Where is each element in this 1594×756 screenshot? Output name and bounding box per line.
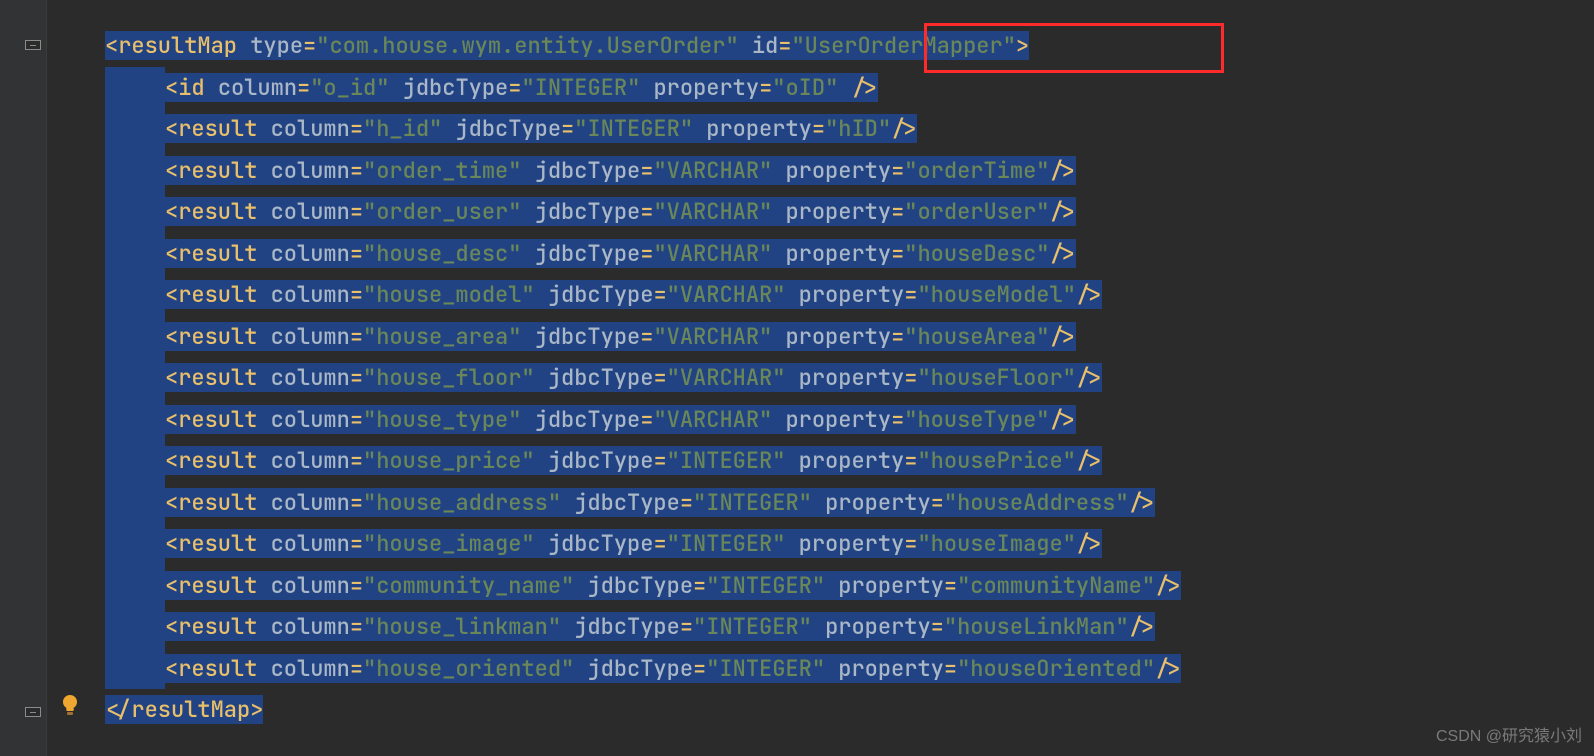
code-line: <result column="h_id" jdbcType="INTEGER"… <box>47 108 1594 150</box>
code-line: <result column="house_model" jdbcType="V… <box>47 274 1594 316</box>
intention-bulb-icon[interactable] <box>58 693 82 717</box>
code-line: <id column="o_id" jdbcType="INTEGER" pro… <box>47 67 1594 109</box>
code-line: <result column="order_user" jdbcType="VA… <box>47 191 1594 233</box>
watermark-text: CSDN @研究猿小刘 <box>1436 722 1582 746</box>
code-line: </resultMap> <box>47 689 1594 731</box>
fold-icon[interactable] <box>25 707 41 717</box>
code-line: <result column="house_image" jdbcType="I… <box>47 523 1594 565</box>
editor-gutter <box>0 0 47 756</box>
code-editor[interactable]: <resultMap type="com.house.wym.entity.Us… <box>47 0 1594 731</box>
code-line: <result column="house_desc" jdbcType="VA… <box>47 233 1594 275</box>
code-line: <result column="order_time" jdbcType="VA… <box>47 150 1594 192</box>
code-line: <result column="house_oriented" jdbcType… <box>47 648 1594 690</box>
fold-icon[interactable] <box>25 40 41 50</box>
code-line: <resultMap type="com.house.wym.entity.Us… <box>47 25 1594 67</box>
code-line: <result column="house_floor" jdbcType="V… <box>47 357 1594 399</box>
code-line: <result column="house_linkman" jdbcType=… <box>47 606 1594 648</box>
code-line: <result column="house_price" jdbcType="I… <box>47 440 1594 482</box>
code-line: <result column="house_type" jdbcType="VA… <box>47 399 1594 441</box>
code-line: <result column="house_area" jdbcType="VA… <box>47 316 1594 358</box>
code-line: <result column="house_address" jdbcType=… <box>47 482 1594 524</box>
code-line: <result column="community_name" jdbcType… <box>47 565 1594 607</box>
